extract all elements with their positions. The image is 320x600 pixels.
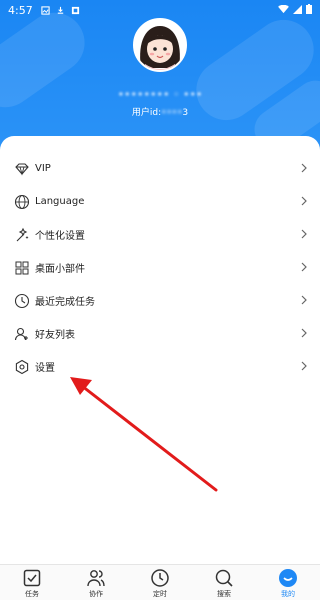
nav-tab-label: 任务: [25, 590, 39, 598]
menu-item-personalization[interactable]: 个性化设置: [0, 218, 320, 251]
chevron-right-icon: [301, 295, 307, 305]
status-bar: 4:57: [0, 0, 320, 20]
user-id-label: 用户id:: [131, 108, 162, 118]
search-icon: [215, 569, 233, 587]
menu-item-label: Language: [35, 196, 85, 207]
people-icon: [87, 570, 105, 587]
menu-item-label: 设置: [35, 363, 55, 374]
chevron-right-icon: [301, 361, 307, 371]
nav-tab-label: 搜索: [217, 590, 231, 598]
nav-tab-label: 定时: [153, 590, 167, 598]
magic-icon: [16, 227, 29, 241]
settings-icon: [15, 359, 29, 374]
user-id-obscured: ••••: [161, 108, 183, 118]
chevron-right-icon: [301, 328, 307, 338]
nav-tab-label: 协作: [89, 590, 103, 598]
profile-header: 4:57 •••••••• ◦ ••• 用户id:••••3: [0, 0, 320, 150]
user-id: 用户id:••••3: [90, 105, 230, 118]
menu-item-friends[interactable]: 好友列表: [0, 317, 320, 350]
user-id-visible: 3: [182, 108, 189, 118]
chevron-right-icon: [301, 229, 307, 239]
nav-tab-collaborate[interactable]: 协作: [64, 565, 128, 600]
chevron-right-icon: [301, 262, 307, 272]
diamond-icon: [15, 162, 29, 176]
menu-item-recent-tasks[interactable]: 最近完成任务: [0, 284, 320, 317]
menu-item-widgets[interactable]: 桌面小部件: [0, 251, 320, 284]
avatar[interactable]: [133, 18, 187, 72]
battery-icon: [306, 4, 312, 14]
avatar-girl-icon: [135, 20, 185, 70]
download-notification-icon: [57, 6, 63, 14]
nav-tab-search[interactable]: 搜索: [192, 565, 256, 600]
nav-tab-mine[interactable]: 我的: [256, 565, 320, 600]
clock-icon: [14, 293, 30, 308]
status-time: 4:57: [8, 3, 33, 17]
menu-item-settings[interactable]: 设置: [0, 350, 320, 383]
chevron-right-icon: [301, 163, 307, 173]
menu-item-label: 桌面小部件: [35, 264, 85, 275]
wifi-icon: [278, 4, 289, 13]
widgets-icon: [15, 261, 29, 274]
signal-icon: [293, 4, 302, 14]
profile-smile-icon: [279, 569, 297, 587]
task-check-icon: [23, 569, 41, 587]
nav-tab-timer[interactable]: 定时: [128, 565, 192, 600]
username: •••••••• ◦ •••: [117, 88, 203, 101]
menu-item-label: VIP: [35, 163, 51, 174]
nav-tab-tasks[interactable]: 任务: [0, 565, 64, 600]
settings-card: VIP Language 个性化设置 桌面小部件 最近完成任务 好友列表 设置: [0, 136, 320, 564]
menu-item-vip[interactable]: VIP: [0, 152, 320, 185]
menu-list: VIP Language 个性化设置 桌面小部件 最近完成任务 好友列表 设置: [0, 136, 320, 383]
globe-icon: [14, 194, 30, 209]
app-notification-icon: [71, 6, 79, 14]
menu-item-label: 最近完成任务: [35, 297, 95, 308]
chevron-right-icon: [301, 196, 307, 206]
bottom-nav: 任务 协作 定时 搜索 我的: [0, 564, 320, 600]
image-notification-icon: [41, 5, 50, 15]
timer-icon: [151, 569, 169, 587]
menu-item-language[interactable]: Language: [0, 185, 320, 218]
nav-tab-label: 我的: [281, 590, 295, 598]
friends-icon: [14, 327, 28, 340]
menu-item-label: 个性化设置: [35, 231, 85, 242]
menu-item-label: 好友列表: [35, 330, 75, 341]
